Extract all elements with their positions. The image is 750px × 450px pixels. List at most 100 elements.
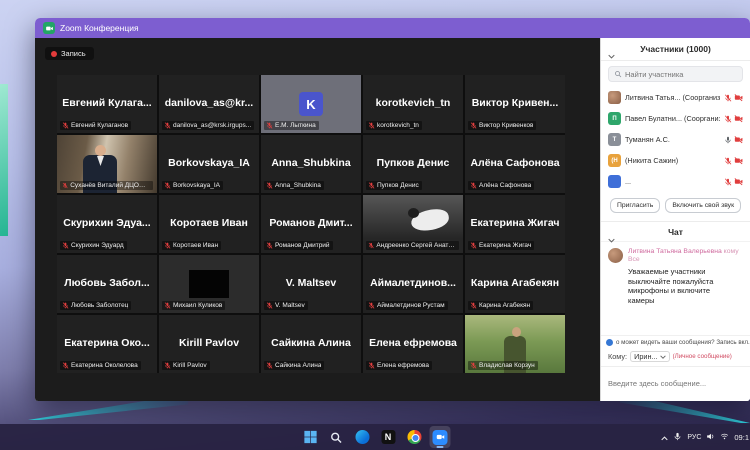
participant-tile[interactable]: Владислав Корзун (465, 315, 565, 373)
start-button[interactable] (300, 426, 321, 448)
tile-name-label: Anna_Shubkina (264, 181, 324, 190)
participant-tile[interactable]: Алёна СафоноваАлёна Сафонова (465, 135, 565, 193)
participant-tile[interactable]: Сайкина АлинаСайкина Алина (261, 315, 361, 373)
participant-tile[interactable]: Екатерина Око...Екатерина Околелова (57, 315, 157, 373)
participant-tile[interactable]: Пупков ДенисПупков Денис (363, 135, 463, 193)
chat-recipient-dropdown[interactable]: Ирин... (630, 351, 670, 362)
unmute-button[interactable]: Включить свой звук (665, 198, 741, 213)
side-panel: Участники (1000) Литвина Татья... (Соорг… (600, 38, 750, 401)
tray-chevron-up-icon[interactable] (661, 428, 668, 446)
participant-tile[interactable]: Anna_ShubkinaAnna_Shubkina (261, 135, 361, 193)
participant-display-name: Любовь Забол... (61, 278, 152, 290)
participant-tile[interactable]: Любовь Забол... Любовь Заболотец (57, 255, 157, 313)
avatar: (Н (608, 154, 621, 167)
avatar: Т (608, 133, 621, 146)
participant-tile[interactable]: KЕ.М. Лыткина (261, 75, 361, 133)
mic-off-icon (470, 362, 477, 369)
camera-off-icon (734, 177, 743, 186)
participant-tile[interactable]: Суханёв Виталий ДЦОМП К... (57, 135, 157, 193)
participant-grid: Евгений Кулага...Евгений Кулагановdanilo… (57, 75, 565, 373)
chevron-down-icon[interactable] (608, 46, 615, 64)
invite-button[interactable]: Пригласить (610, 198, 660, 213)
participant-display-name: Алёна Сафонова (467, 158, 562, 170)
participant-avatar: K (299, 92, 323, 116)
tile-name-label: Владислав Корзун (468, 361, 538, 370)
zoom-app-icon (43, 22, 55, 34)
participant-name: ... (625, 177, 720, 186)
network-icon[interactable] (720, 428, 729, 446)
chat-message-input[interactable] (608, 379, 743, 388)
mic-off-icon (368, 362, 375, 369)
participant-tile[interactable]: Виктор Кривен...Виктор Кривенков (465, 75, 565, 133)
wallpaper-ribbon (0, 84, 8, 236)
participant-tile[interactable]: Евгений Кулага...Евгений Кулаганов (57, 75, 157, 133)
participant-tile[interactable]: Аймалетдинов...Аймалетдинов Рустам (363, 255, 463, 313)
participant-display-name: Виктор Кривен... (469, 98, 562, 110)
clock[interactable]: 09:1 (734, 433, 749, 442)
participant-tile[interactable]: V. MaltsevV. Maltsev (261, 255, 361, 313)
participant-tile[interactable]: Коротаев ИванКоротаев Иван (159, 195, 259, 253)
participant-list-item[interactable]: Литвина Татья... (Соорганизатор) (601, 87, 750, 108)
notepad-button[interactable]: N (378, 426, 399, 448)
video-feed (189, 270, 229, 298)
mic-off-icon (62, 182, 68, 189)
zoom-button[interactable] (430, 426, 451, 448)
tray-mic-icon[interactable] (673, 428, 682, 446)
tile-name-label: korotkevich_tn (366, 121, 422, 130)
participant-name: Литвина Татья... (Соорганизатор) (625, 93, 720, 102)
participant-tile[interactable]: korotkevich_tnkorotkevich_tn (363, 75, 463, 133)
participant-search[interactable] (608, 66, 743, 82)
recording-dot-icon (51, 51, 57, 57)
participant-tile[interactable]: Андреенко Сергей Анатоль... (363, 195, 463, 253)
chat-sender: Литвина Татьяна Валерьевна (628, 248, 722, 255)
language-indicator[interactable]: РУС (687, 434, 701, 441)
participant-tile[interactable]: Borkovskaya_IABorkovskaya_IA (159, 135, 259, 193)
info-icon (606, 339, 613, 346)
recording-indicator[interactable]: Запись (45, 47, 94, 60)
participant-tile[interactable]: Романов Дмит...Романов Дмитрий (261, 195, 361, 253)
mic-off-icon (724, 115, 732, 123)
chevron-down-icon[interactable] (608, 230, 615, 248)
participant-tile[interactable]: Екатерина ЖигачЕкатерина Жигач (465, 195, 565, 253)
participant-list-item[interactable]: ... (601, 171, 750, 192)
participant-display-name: Скурихин Эдуа... (60, 218, 153, 230)
tile-name-label: Суханёв Виталий ДЦОМП К... (60, 181, 153, 190)
chrome-button[interactable] (404, 426, 425, 448)
chat-title: Чат (668, 227, 683, 237)
participant-list-item[interactable]: ППавел Булатни... (Соорганизатор) (601, 108, 750, 129)
video-feed (95, 145, 106, 156)
chat-input-row (601, 366, 750, 401)
tile-name-label: Любовь Заболотец (60, 301, 131, 310)
mic-off-icon (62, 122, 69, 129)
participant-list-item[interactable]: (Н(Никита Сажин) (601, 150, 750, 171)
participant-list-item[interactable]: ТТуманян А.С. (601, 129, 750, 150)
participant-tile[interactable]: Kirill PavlovKirill Pavlov (159, 315, 259, 373)
avatar (608, 248, 623, 263)
volume-icon[interactable] (706, 428, 715, 446)
window-titlebar[interactable]: Zoom Конференция (35, 18, 750, 38)
chat-message-text: Уважаемые участники выключайте пожалуйст… (628, 267, 716, 306)
participant-tile[interactable]: Скурихин Эдуа...Скурихин Эдуард (57, 195, 157, 253)
participant-tile[interactable]: Карина Агабекян Карина Агабекян (465, 255, 565, 313)
chat-to-label: Кому: (608, 352, 627, 361)
participant-display-name: Аймалетдинов... (367, 278, 459, 290)
participant-status-icons (724, 114, 743, 123)
video-feed (512, 327, 521, 337)
tile-name-label: Карина Агабекян (468, 301, 533, 310)
participant-display-name: Карина Агабекян (468, 278, 562, 290)
participant-display-name: Евгений Кулага... (59, 98, 154, 110)
participant-tile[interactable]: danilova_as@kr...danilova_as@krsk.irgups… (159, 75, 259, 133)
chat-message: Литвина Татьяна Валерьевна кому Все Уваж… (608, 248, 743, 306)
participant-tile[interactable]: Михаил Куликов (159, 255, 259, 313)
participant-display-name: danilova_as@kr... (162, 98, 256, 110)
search-button[interactable] (326, 426, 347, 448)
participant-status-icons (724, 135, 743, 144)
edge-button[interactable] (352, 426, 373, 448)
participant-display-name: Коротаев Иван (167, 218, 251, 230)
participant-tile[interactable]: Елена ефремоваЕлена ефремова (363, 315, 463, 373)
search-input[interactable] (625, 70, 737, 79)
mic-off-icon (368, 242, 374, 249)
camera-off-icon (734, 93, 743, 102)
participant-status-icons (724, 156, 743, 165)
mic-off-icon (470, 302, 477, 309)
